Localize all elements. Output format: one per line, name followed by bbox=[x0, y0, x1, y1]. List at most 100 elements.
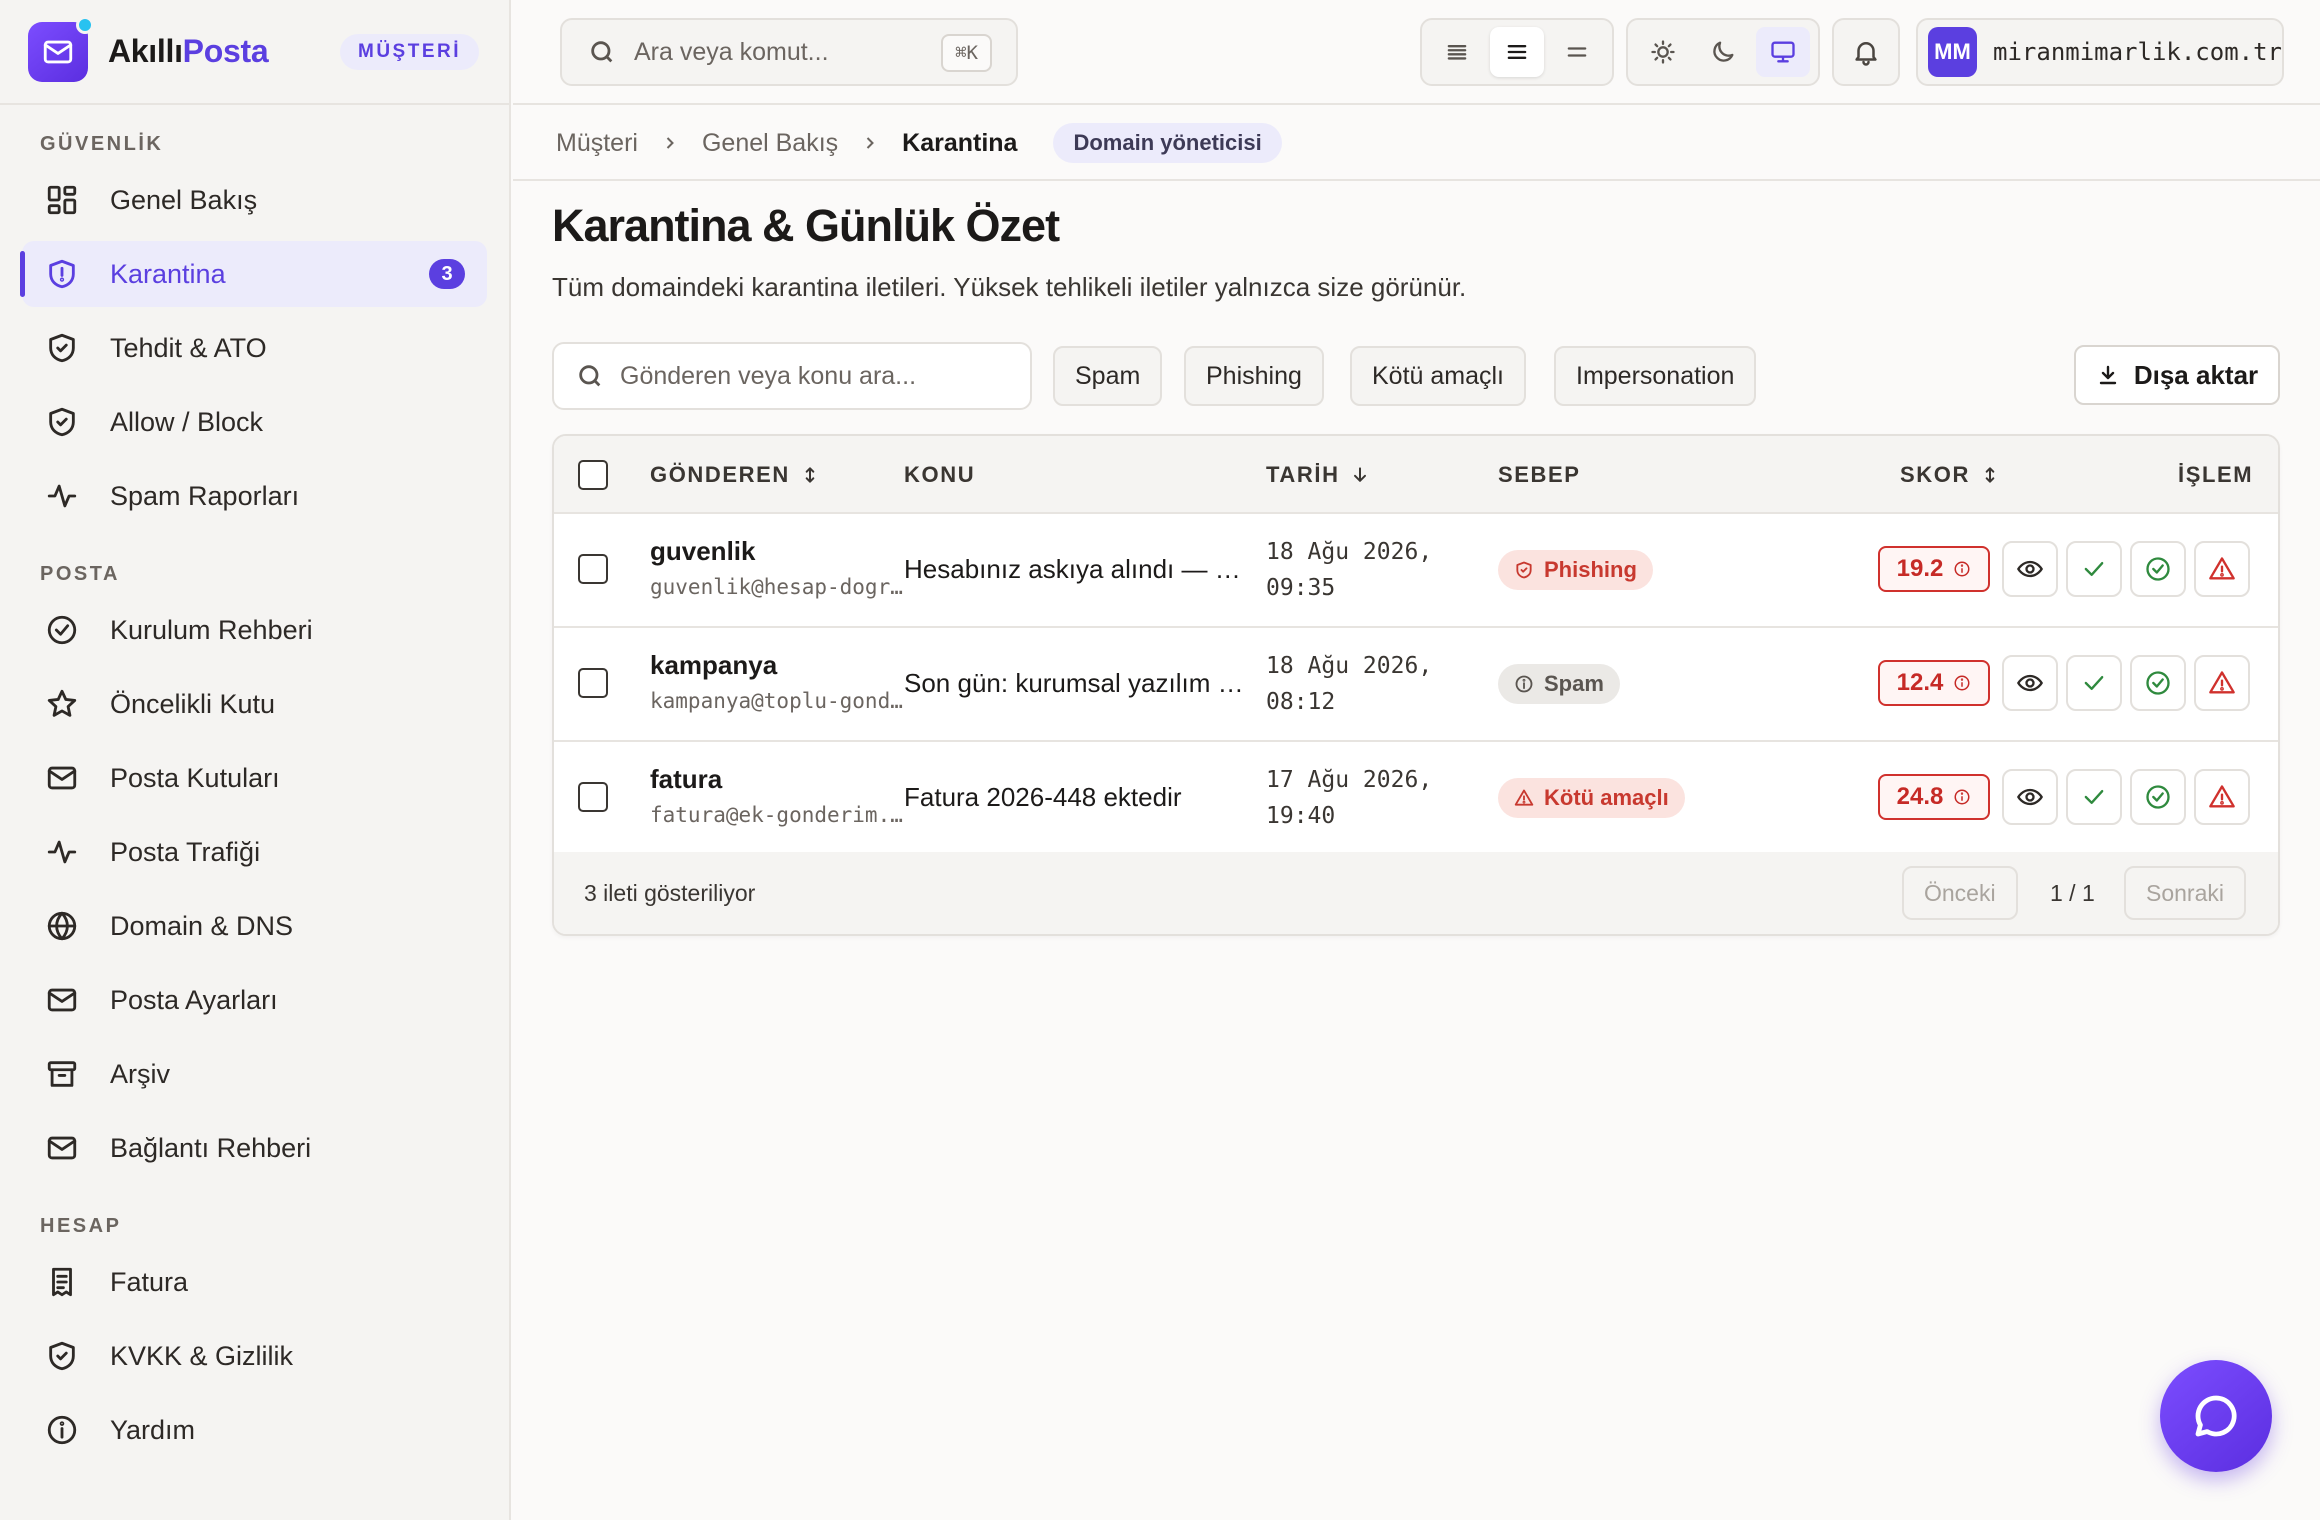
allow-sender-button[interactable] bbox=[2130, 541, 2186, 597]
preview-button[interactable] bbox=[2002, 655, 2058, 711]
sidebar-item-label: Arşiv bbox=[110, 1058, 170, 1089]
filter-chip-malware[interactable]: Kötü amaçlı bbox=[1350, 346, 1527, 406]
breadcrumb-item[interactable]: Genel Bakış bbox=[702, 129, 838, 158]
mail-icon bbox=[44, 1130, 80, 1166]
preview-button[interactable] bbox=[2002, 541, 2058, 597]
sidebar-item-posta-trafigi[interactable]: Posta Trafiği bbox=[22, 819, 487, 885]
sidebar-item-label: KVKK & Gizlilik bbox=[110, 1340, 294, 1371]
message-subject[interactable]: Fatura 2026-448 ektedir bbox=[904, 782, 1244, 813]
role-pill: Domain yöneticisi bbox=[1053, 123, 1282, 163]
reason-label: Spam bbox=[1544, 671, 1604, 696]
density-compact-button[interactable] bbox=[1430, 27, 1484, 77]
info-icon bbox=[44, 1412, 80, 1448]
globe-icon bbox=[44, 908, 80, 944]
filter-chip-impersonation[interactable]: Impersonation bbox=[1554, 346, 1757, 406]
command-search[interactable]: Ara veya komut... ⌘K bbox=[560, 18, 1018, 86]
sidebar-item-kurulum-rehberi[interactable]: Kurulum Rehberi bbox=[22, 597, 487, 663]
sidebar-item-kvkk-gizlilik[interactable]: KVKK & Gizlilik bbox=[22, 1323, 487, 1389]
alert-triangle-icon bbox=[2209, 557, 2235, 580]
sidebar-item-karantina[interactable]: Karantina 3 bbox=[20, 241, 487, 307]
sidebar-item-fatura[interactable]: Fatura bbox=[22, 1249, 487, 1315]
reason-badge: Phishing bbox=[1498, 550, 1653, 590]
sidebar-item-baglanti-rehberi[interactable]: Bağlantı Rehberi bbox=[22, 1115, 487, 1181]
notifications-button[interactable] bbox=[1832, 18, 1900, 86]
release-button[interactable] bbox=[2066, 769, 2122, 825]
sidebar-item-domain-dns[interactable]: Domain & DNS bbox=[22, 893, 487, 959]
column-header-label: SKOR bbox=[1900, 462, 1970, 487]
sidebar-item-yardim[interactable]: Yardım bbox=[22, 1397, 487, 1463]
message-subject[interactable]: Hesabınız askıya alındı — hemen doğrulay… bbox=[904, 554, 1244, 585]
score-badge[interactable]: 12.4 bbox=[1878, 660, 1990, 706]
nav-section-title: HESAP bbox=[40, 1215, 122, 1237]
sidebar-item-posta-ayarlari[interactable]: Posta Ayarları bbox=[22, 967, 487, 1033]
select-all-checkbox[interactable] bbox=[578, 460, 608, 490]
receipt-icon bbox=[44, 1264, 80, 1300]
column-header-label: KONU bbox=[904, 462, 976, 487]
previous-page-button[interactable]: Önceki bbox=[1902, 866, 2018, 920]
sun-icon bbox=[1651, 40, 1675, 64]
info-icon bbox=[1515, 675, 1533, 693]
date-time: 08:12 bbox=[1266, 689, 1336, 715]
release-button[interactable] bbox=[2066, 541, 2122, 597]
column-header-action: İŞLEM bbox=[2178, 436, 2253, 514]
check-circle-icon bbox=[2146, 785, 2170, 809]
table-row[interactable]: fatura fatura@ek-gonderim.biz Fatura 202… bbox=[554, 742, 2278, 856]
next-page-button[interactable]: Sonraki bbox=[2124, 866, 2246, 920]
score-value: 24.8 bbox=[1896, 783, 1944, 810]
app-logo[interactable] bbox=[28, 15, 94, 82]
shield-check-icon bbox=[44, 1338, 80, 1374]
theme-dark-button[interactable] bbox=[1696, 27, 1750, 77]
sidebar-item-arsiv[interactable]: Arşiv bbox=[22, 1041, 487, 1107]
score-badge[interactable]: 24.8 bbox=[1878, 774, 1990, 820]
activity-icon bbox=[44, 834, 80, 870]
report-button[interactable] bbox=[2194, 655, 2250, 711]
preview-button[interactable] bbox=[2002, 769, 2058, 825]
density-comfortable-button[interactable] bbox=[1550, 27, 1604, 77]
check-icon bbox=[2084, 562, 2104, 576]
sidebar-item-genel-bakis[interactable]: Genel Bakış bbox=[22, 167, 487, 233]
density-default-button[interactable] bbox=[1490, 27, 1544, 77]
breadcrumb-item[interactable]: Müşteri bbox=[556, 129, 638, 158]
row-checkbox[interactable] bbox=[578, 668, 608, 698]
eye-icon bbox=[2017, 674, 2043, 692]
filter-chip-spam[interactable]: Spam bbox=[1053, 346, 1163, 406]
sidebar-item-posta-kutulari[interactable]: Posta Kutuları bbox=[22, 745, 487, 811]
report-button[interactable] bbox=[2194, 769, 2250, 825]
theme-light-button[interactable] bbox=[1636, 27, 1690, 77]
status-dot bbox=[76, 15, 94, 34]
sidebar-item-spam-raporlari[interactable]: Spam Raporları bbox=[22, 463, 487, 529]
sidebar-item-tehdit-ato[interactable]: Tehdit & ATO bbox=[22, 315, 487, 381]
account-menu[interactable]: MM miranmimarlik.com.tr bbox=[1916, 18, 2284, 86]
message-subject[interactable]: Son gün: kurumsal yazılım lisanslarında … bbox=[904, 668, 1244, 699]
column-header-date[interactable]: TARİH bbox=[1266, 436, 1370, 514]
allow-sender-button[interactable] bbox=[2130, 655, 2186, 711]
column-header-sender[interactable]: GÖNDEREN bbox=[650, 436, 820, 514]
row-checkbox[interactable] bbox=[578, 554, 608, 584]
filter-chip-phishing[interactable]: Phishing bbox=[1184, 346, 1324, 406]
release-button[interactable] bbox=[2066, 655, 2122, 711]
row-checkbox[interactable] bbox=[578, 782, 608, 812]
report-button[interactable] bbox=[2194, 541, 2250, 597]
quarantine-search-input[interactable]: Gönderen veya konu ara... bbox=[552, 342, 1032, 410]
sidebar-item-allow-block[interactable]: Allow / Block bbox=[22, 389, 487, 455]
mail-icon bbox=[44, 760, 80, 796]
sidebar-item-label: Genel Bakış bbox=[110, 184, 258, 215]
table-row[interactable]: kampanya kampanya@toplu-gonderim.com Son… bbox=[554, 628, 2278, 742]
score-badge[interactable]: 19.2 bbox=[1878, 546, 1990, 592]
table-row[interactable]: guvenlik guvenlik@hesap-dogrulama.net He… bbox=[554, 514, 2278, 628]
eye-icon bbox=[2017, 788, 2043, 806]
theme-system-button[interactable] bbox=[1756, 27, 1810, 77]
column-header-reason: SEBEP bbox=[1498, 436, 1581, 514]
chat-support-button[interactable] bbox=[2160, 1360, 2272, 1472]
column-header-score[interactable]: SKOR bbox=[1900, 436, 2000, 514]
sidebar-item-oncelikli-kutu[interactable]: Öncelikli Kutu bbox=[22, 671, 487, 737]
page-indicator: 1 / 1 bbox=[2050, 880, 2095, 906]
date-day: 18 Ağu 2026, bbox=[1266, 653, 1433, 679]
count-badge: 3 bbox=[429, 259, 465, 289]
sidebar-item-label: Karantina bbox=[110, 258, 226, 289]
sender-name: fatura bbox=[650, 764, 723, 794]
avatar: MM bbox=[1928, 27, 1978, 77]
export-button[interactable]: Dışa aktar bbox=[2074, 345, 2280, 405]
result-count: 3 ileti gösteriliyor bbox=[584, 880, 756, 906]
allow-sender-button[interactable] bbox=[2130, 769, 2186, 825]
